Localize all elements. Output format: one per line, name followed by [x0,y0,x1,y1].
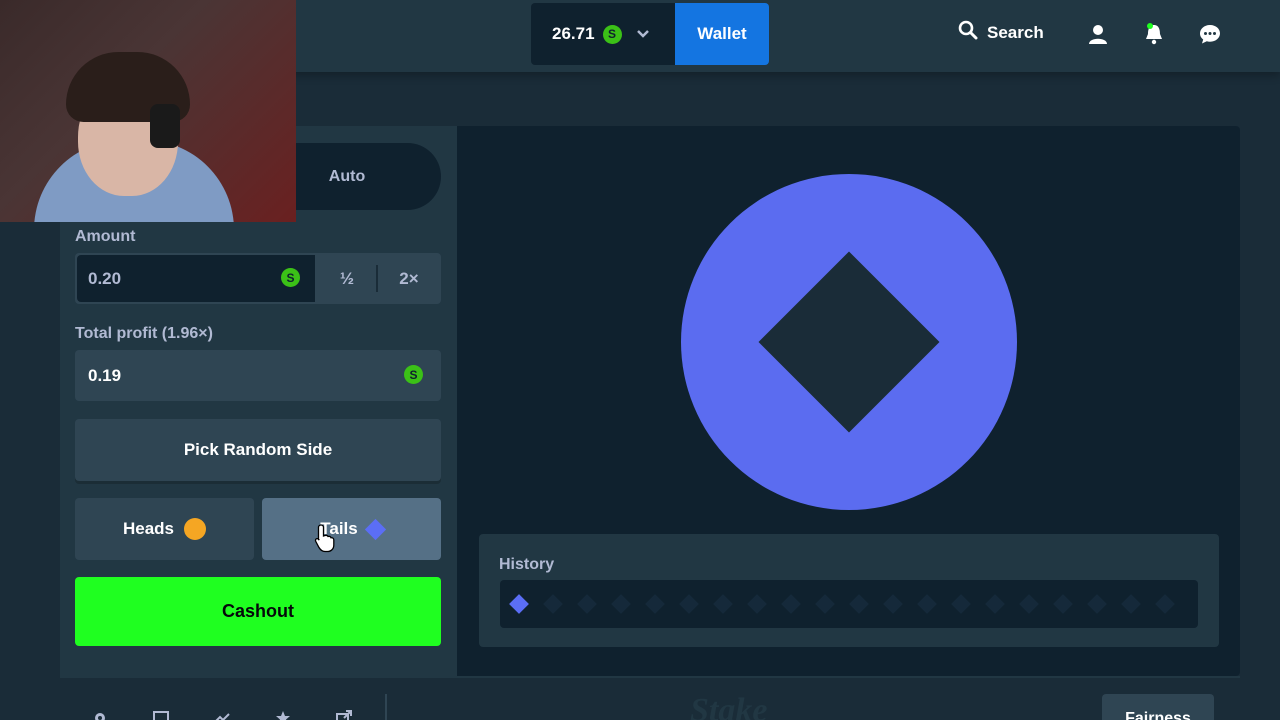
history-empty-slot [645,594,665,614]
search-label: Search [987,22,1044,42]
currency-coin-icon: S [404,365,423,384]
currency-coin-icon: S [281,268,300,287]
settings-gear-icon[interactable] [92,710,108,720]
cashout-button[interactable]: Cashout [75,577,441,646]
history-empty-slot [1019,594,1039,614]
theatre-mode-icon[interactable] [153,710,169,720]
profit-label: Total profit (1.96×) [75,325,213,342]
history-empty-slot [951,594,971,614]
history-empty-slot [1121,594,1141,614]
wallet-button[interactable]: Wallet [675,3,769,65]
search-button[interactable]: Search [958,20,1044,45]
tab-auto[interactable]: Auto [283,143,411,210]
currency-coin-icon: S [602,24,622,44]
history-empty-slot [1053,594,1073,614]
game-footer [60,676,1240,720]
history-empty-slot [611,594,631,614]
profit-value: 0.19 [88,365,122,385]
history-empty-slot [1155,594,1175,614]
double-amount-button[interactable]: 2× [378,255,440,302]
history-track [500,580,1198,628]
stake-logo: Stake [690,692,768,720]
half-amount-button[interactable]: ½ [317,255,377,302]
balance-selector[interactable]: 26.71 S [531,3,677,65]
history-label: History [499,556,555,573]
heads-button[interactable]: Heads [75,498,254,560]
tails-button[interactable]: Tails [262,498,441,560]
stats-chart-icon[interactable] [214,710,230,720]
favourite-star-icon[interactable] [275,710,291,720]
heads-label: Heads [122,519,175,538]
history-empty-slot [849,594,869,614]
amount-input[interactable] [77,255,315,302]
notification-bell-icon[interactable] [1142,22,1166,46]
chevron-down-icon [636,26,650,42]
user-icon[interactable] [1086,22,1110,46]
heads-coin-icon [184,518,207,540]
chat-icon[interactable] [1198,22,1222,46]
history-empty-slot [985,594,1005,614]
webcam-overlay [0,0,296,222]
tails-diamond-icon [364,518,386,540]
pick-random-side-button[interactable]: Pick Random Side [75,419,441,481]
balance-amount: 26.71 [552,24,595,43]
history-empty-slot [883,594,903,614]
history-empty-slot [1087,594,1107,614]
fairness-button[interactable]: Fairness [1102,694,1214,720]
profit-field: 0.19 [75,350,441,401]
webcam-headset [150,104,180,148]
search-icon [958,20,978,45]
history-empty-slot [917,594,937,614]
hand-cursor-icon [314,523,336,553]
history-empty-slot [815,594,835,614]
history-tails-result [509,594,529,614]
history-empty-slot [713,594,733,614]
footer-divider [385,694,387,720]
history-empty-slot [747,594,767,614]
history-empty-slot [577,594,597,614]
history-empty-slot [679,594,699,614]
history-empty-slot [781,594,801,614]
history-empty-slot [543,594,563,614]
amount-label: Amount [75,228,136,245]
external-link-icon[interactable] [336,710,352,720]
